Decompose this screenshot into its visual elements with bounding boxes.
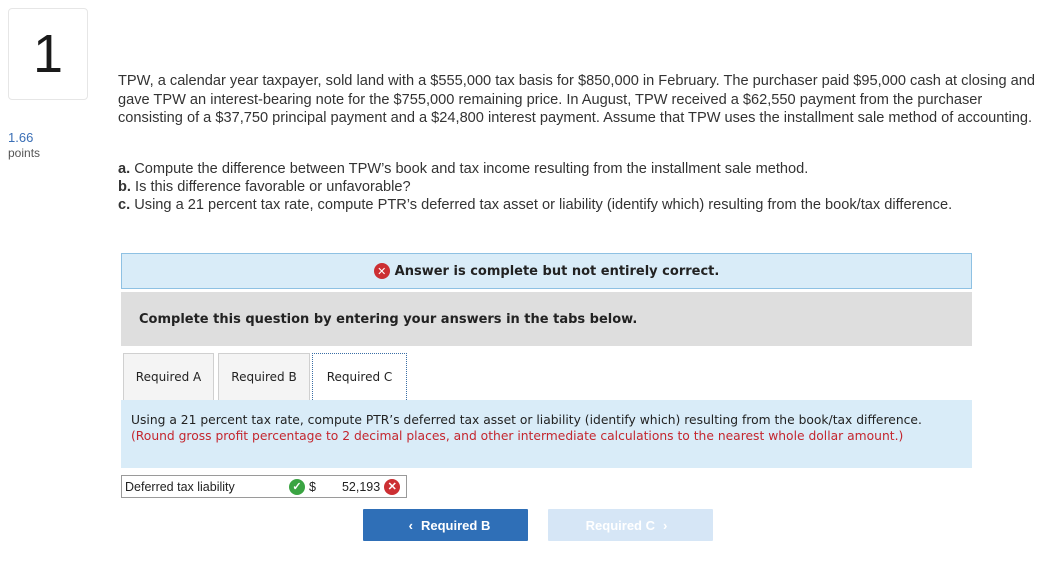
part-text: Is this difference favorable or unfavora… bbox=[130, 179, 411, 195]
instruction-bar: Complete this question by entering your … bbox=[121, 292, 972, 346]
points-value: 1.66 bbox=[8, 130, 34, 145]
question-prompt: TPW, a calendar year taxpayer, sold land… bbox=[118, 73, 1035, 126]
prev-button[interactable]: ‹ Required B bbox=[363, 509, 528, 541]
currency-symbol: $ bbox=[309, 479, 316, 494]
tab-content: Using a 21 percent tax rate, compute PTR… bbox=[121, 400, 972, 468]
part-a: a. Compute the difference between TPW’s … bbox=[118, 160, 1048, 178]
question-parts: a. Compute the difference between TPW’s … bbox=[118, 160, 1048, 214]
prev-button-label: Required B bbox=[421, 517, 491, 533]
tab-required-b[interactable]: Required B bbox=[218, 353, 310, 400]
check-circle-icon: ✓ bbox=[289, 478, 305, 495]
part-letter: a. bbox=[118, 161, 131, 177]
part-c: c. Using a 21 percent tax rate, compute … bbox=[118, 196, 1048, 214]
instruction-text: Complete this question by entering your … bbox=[139, 311, 638, 327]
part-text: Compute the difference between TPW’s boo… bbox=[130, 161, 809, 177]
answer-label-select[interactable]: Deferred tax liability bbox=[122, 480, 287, 494]
question-number: 1 bbox=[8, 8, 88, 100]
part-text: Using a 21 percent tax rate, compute PTR… bbox=[130, 197, 953, 213]
chevron-left-icon: ‹ bbox=[408, 517, 413, 533]
tab-label: Required A bbox=[135, 370, 202, 384]
tab-label: Required C bbox=[326, 370, 393, 384]
banner-text: Answer is complete but not entirely corr… bbox=[394, 263, 720, 279]
chevron-right-icon: › bbox=[663, 517, 668, 533]
tab-label: Required B bbox=[231, 370, 297, 384]
tab-required-c[interactable]: Required C bbox=[312, 353, 407, 400]
answer-row: Deferred tax liability ✓ $ 52,193 ✕ bbox=[121, 475, 407, 498]
tab-content-note: (Round gross profit percentage to 2 deci… bbox=[131, 429, 904, 443]
x-circle-icon: ✕ bbox=[384, 478, 401, 495]
answer-value-input[interactable]: 52,193 bbox=[342, 480, 380, 494]
part-letter: c. bbox=[118, 197, 131, 213]
points-label: points bbox=[8, 146, 41, 160]
part-letter: b. bbox=[118, 179, 131, 195]
next-button[interactable]: Required C › bbox=[548, 509, 713, 541]
x-circle-icon: ✕ bbox=[373, 263, 390, 279]
result-banner: ✕ Answer is complete but not entirely co… bbox=[121, 253, 972, 289]
part-b: b. Is this difference favorable or unfav… bbox=[118, 178, 1048, 196]
tab-content-text: Using a 21 percent tax rate, compute PTR… bbox=[131, 413, 922, 427]
next-button-label: Required C bbox=[585, 517, 655, 533]
tab-required-a[interactable]: Required A bbox=[123, 353, 214, 400]
